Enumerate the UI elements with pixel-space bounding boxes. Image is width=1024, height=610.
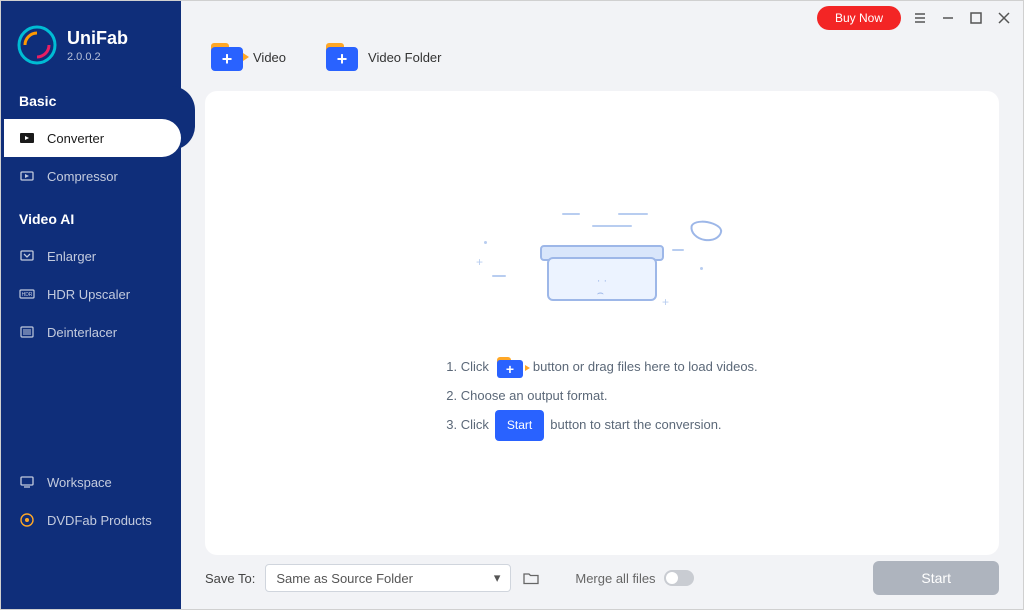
section-basic-label: Basic bbox=[1, 85, 181, 119]
footer: Save To: Same as Source Folder ▾ Merge a… bbox=[205, 561, 999, 595]
sidebar-item-label: DVDFab Products bbox=[47, 513, 152, 528]
chevron-down-icon: ▾ bbox=[494, 570, 501, 586]
merge-toggle-group: Merge all files bbox=[575, 570, 693, 586]
sidebar: UniFab 2.0.0.2 Basic Converter Compresso… bbox=[1, 1, 181, 609]
add-video-folder-button[interactable]: + Video Folder bbox=[326, 43, 441, 71]
buy-now-button[interactable]: Buy Now bbox=[817, 6, 901, 30]
minimize-button[interactable] bbox=[939, 9, 957, 27]
sidebar-item-label: Deinterlacer bbox=[47, 325, 117, 340]
sidebar-item-label: Enlarger bbox=[47, 249, 96, 264]
tool-label: Video bbox=[253, 50, 286, 65]
main-area: Buy Now + Video + Video Folder bbox=[181, 1, 1023, 609]
section-videoai-label: Video AI bbox=[1, 203, 181, 237]
sidebar-item-workspace[interactable]: Workspace bbox=[1, 463, 181, 501]
sidebar-item-converter[interactable]: Converter bbox=[1, 119, 181, 157]
app-name: UniFab bbox=[67, 28, 128, 49]
start-button[interactable]: Start bbox=[873, 561, 999, 595]
content-panel: + + · ·⌢ 1. Click + button or drag files… bbox=[205, 91, 999, 555]
add-video-icon: + bbox=[497, 357, 525, 379]
hdr-icon: HDR bbox=[19, 286, 35, 302]
dvdfab-icon bbox=[19, 512, 35, 528]
svg-text:HDR: HDR bbox=[22, 292, 33, 298]
instructions: 1. Click + button or drag files here to … bbox=[446, 353, 757, 441]
compressor-icon bbox=[19, 168, 35, 184]
browse-folder-button[interactable] bbox=[521, 568, 541, 588]
sidebar-item-compressor[interactable]: Compressor bbox=[1, 157, 181, 195]
titlebar: Buy Now bbox=[181, 1, 1023, 29]
maximize-button[interactable] bbox=[967, 9, 985, 27]
instruction-text: 2. Choose an output format. bbox=[446, 382, 607, 411]
deinterlacer-icon bbox=[19, 324, 35, 340]
merge-toggle[interactable] bbox=[664, 570, 694, 586]
merge-label: Merge all files bbox=[575, 571, 655, 586]
instruction-text: button to start the conversion. bbox=[550, 411, 721, 440]
save-to-value: Same as Source Folder bbox=[276, 571, 413, 586]
sidebar-item-deinterlacer[interactable]: Deinterlacer bbox=[1, 313, 181, 351]
menu-button[interactable] bbox=[911, 9, 929, 27]
app-logo-icon bbox=[17, 25, 57, 65]
tool-label: Video Folder bbox=[368, 50, 441, 65]
sidebar-item-hdr-upscaler[interactable]: HDR HDR Upscaler bbox=[1, 275, 181, 313]
add-video-button[interactable]: + Video bbox=[211, 43, 286, 71]
sidebar-item-dvdfab[interactable]: DVDFab Products bbox=[1, 501, 181, 539]
add-video-folder-icon: + bbox=[326, 43, 358, 71]
app-version: 2.0.0.2 bbox=[67, 51, 128, 63]
enlarger-icon bbox=[19, 248, 35, 264]
sidebar-item-label: Compressor bbox=[47, 169, 118, 184]
sidebar-item-enlarger[interactable]: Enlarger bbox=[1, 237, 181, 275]
workspace-icon bbox=[19, 474, 35, 490]
logo-area: UniFab 2.0.0.2 bbox=[1, 1, 181, 85]
toolbar: + Video + Video Folder bbox=[181, 29, 1023, 89]
empty-illustration: + + · ·⌢ bbox=[472, 205, 732, 325]
instruction-text: button or drag files here to load videos… bbox=[533, 353, 758, 382]
save-to-select[interactable]: Same as Source Folder ▾ bbox=[265, 564, 511, 592]
instruction-text: 1. Click bbox=[446, 353, 489, 382]
add-video-icon: + bbox=[211, 43, 243, 71]
instruction-text: 3. Click bbox=[446, 411, 489, 440]
inline-start-badge: Start bbox=[495, 410, 544, 440]
converter-icon bbox=[19, 130, 35, 146]
close-button[interactable] bbox=[995, 9, 1013, 27]
sidebar-item-label: HDR Upscaler bbox=[47, 287, 130, 302]
sidebar-item-label: Converter bbox=[47, 131, 104, 146]
save-to-label: Save To: bbox=[205, 571, 255, 586]
sidebar-item-label: Workspace bbox=[47, 475, 112, 490]
